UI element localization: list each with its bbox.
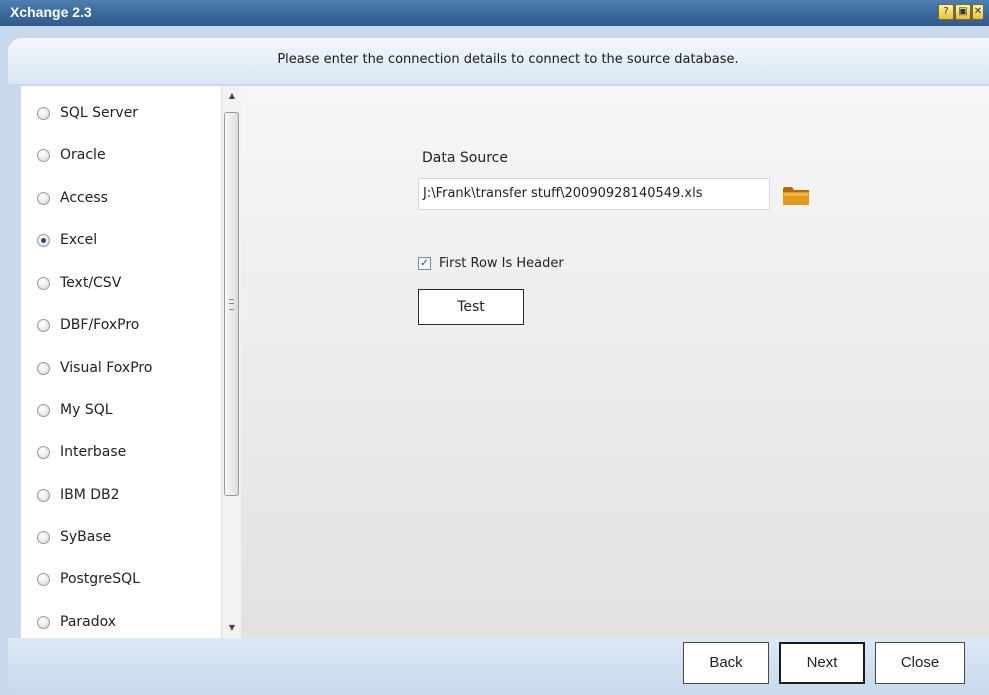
radio-label: IBM DB2: [60, 487, 120, 503]
close-icon[interactable]: ✕: [972, 4, 983, 20]
connection-details-panel: Data Source J:\Frank\transfer stuff\2009…: [241, 86, 989, 638]
radio-label: Oracle: [60, 147, 106, 163]
radio-button[interactable]: [37, 318, 50, 332]
radio-label: Visual FoxPro: [60, 360, 153, 376]
radio-option-postgresql[interactable]: PostgreSQL: [37, 568, 140, 590]
scroll-grip-icon: [229, 299, 234, 310]
radio-button[interactable]: [37, 615, 50, 629]
radio-option-excel[interactable]: Excel: [37, 229, 97, 251]
next-button[interactable]: Next: [779, 642, 865, 684]
radio-button[interactable]: [37, 403, 50, 417]
app-window: Xchange 2.3 ? ▣ ✕ Please enter the conne…: [0, 0, 989, 695]
radio-button[interactable]: [37, 530, 50, 544]
radio-button[interactable]: [37, 445, 50, 459]
radio-label: PostgreSQL: [60, 571, 140, 587]
first-row-header-option[interactable]: ✓ First Row Is Header: [418, 256, 564, 271]
radio-option-sql-server[interactable]: SQL Server: [37, 102, 138, 124]
help-icon[interactable]: ?: [938, 4, 954, 20]
radio-option-text-csv[interactable]: Text/CSV: [37, 272, 121, 294]
radio-button[interactable]: [37, 276, 50, 290]
data-source-label: Data Source: [422, 150, 508, 166]
radio-label: Excel: [60, 232, 98, 248]
test-button[interactable]: Test: [418, 289, 524, 325]
header-band: Please enter the connection details to c…: [8, 38, 989, 84]
radio-button[interactable]: [37, 361, 50, 375]
radio-option-sybase[interactable]: SyBase: [37, 526, 111, 548]
back-button[interactable]: Back: [683, 642, 769, 684]
radio-label: SyBase: [60, 529, 112, 545]
close-button[interactable]: Close: [875, 642, 965, 684]
radio-option-ibm-db2[interactable]: IBM DB2: [37, 484, 120, 506]
radio-option-interbase[interactable]: Interbase: [37, 441, 126, 463]
folder-browse-icon[interactable]: [782, 184, 810, 206]
radio-option-oracle[interactable]: Oracle: [37, 144, 106, 166]
radio-button[interactable]: [37, 488, 50, 502]
source-type-list: SQL Server Oracle Access Excel Text/CSV …: [21, 86, 221, 638]
source-list-scrollbar[interactable]: ▲ ▼: [221, 86, 241, 638]
radio-button[interactable]: [37, 148, 50, 162]
instruction-text: Please enter the connection details to c…: [277, 52, 739, 67]
restore-icon[interactable]: ▣: [955, 4, 971, 20]
title-bar[interactable]: Xchange 2.3 ? ▣ ✕: [0, 0, 989, 26]
radio-button[interactable]: [37, 572, 50, 586]
radio-option-access[interactable]: Access: [37, 187, 108, 209]
scroll-thumb[interactable]: [224, 112, 239, 496]
radio-label: My SQL: [60, 402, 113, 418]
scroll-up-arrow-icon[interactable]: ▲: [222, 88, 242, 104]
radio-button[interactable]: [37, 191, 50, 205]
radio-button-selected[interactable]: [37, 233, 50, 247]
radio-label: Text/CSV: [60, 275, 122, 291]
radio-option-dbf-foxpro[interactable]: DBF/FoxPro: [37, 314, 139, 336]
radio-option-visual-foxpro[interactable]: Visual FoxPro: [37, 357, 152, 379]
radio-option-paradox[interactable]: Paradox: [37, 611, 116, 633]
radio-label: SQL Server: [60, 105, 139, 121]
radio-button[interactable]: [37, 106, 50, 120]
window-title: Xchange 2.3: [10, 4, 92, 20]
radio-label: Interbase: [60, 444, 127, 460]
first-row-header-checkbox[interactable]: ✓: [418, 257, 431, 270]
radio-label: DBF/FoxPro: [60, 317, 140, 333]
scroll-down-arrow-icon[interactable]: ▼: [222, 620, 242, 636]
first-row-header-label: First Row Is Header: [439, 256, 564, 271]
radio-label: Access: [60, 190, 108, 206]
radio-label: Paradox: [60, 614, 117, 630]
radio-option-my-sql[interactable]: My SQL: [37, 399, 113, 421]
data-source-input[interactable]: J:\Frank\transfer stuff\20090928140549.x…: [418, 178, 770, 210]
